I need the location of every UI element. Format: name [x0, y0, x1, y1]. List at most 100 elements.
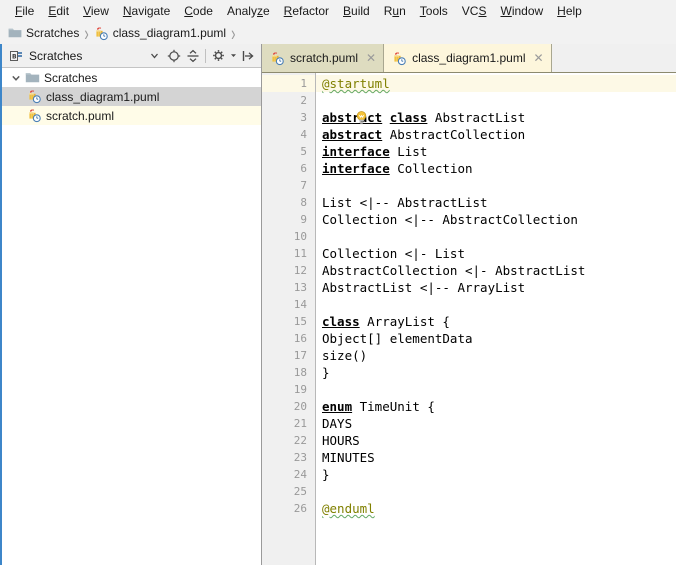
intention-lightbulb-icon[interactable] — [325, 93, 368, 146]
line-number-gutter[interactable]: 1 2 3 4 5 6 7 8 9 10 11 12 13 14 15 16 17 18 19 20 21 22 23 24 2… — [262, 73, 316, 565]
editor-body[interactable]: 1 2 3 4 5 6 7 8 9 10 11 12 13 14 15 16 17 18 19 20 21 22 23 24 2… — [262, 73, 676, 565]
line-number[interactable]: 23 — [262, 449, 315, 466]
menu-item-analyze[interactable]: Analyze — [220, 2, 277, 20]
line-number[interactable]: 22 — [262, 432, 315, 449]
code-line[interactable]: MINUTES — [316, 449, 676, 466]
line-number[interactable]: 9 — [262, 211, 315, 228]
breadcrumb-label: class_diagram1.puml — [112, 26, 227, 40]
locate-icon[interactable] — [165, 47, 182, 64]
line-number[interactable]: 26 — [262, 500, 315, 517]
code-line[interactable] — [316, 296, 676, 313]
line-number[interactable]: 6 — [262, 160, 315, 177]
line-number[interactable]: 5 — [262, 143, 315, 160]
code-line[interactable]: interface List — [316, 143, 676, 160]
menu-item-view[interactable]: View — [76, 2, 116, 20]
menu-item-edit[interactable]: Edit — [41, 2, 76, 20]
code-line[interactable]: Collection <|- List — [316, 245, 676, 262]
line-number[interactable]: 20 — [262, 398, 315, 415]
line-number[interactable]: 16 — [262, 330, 315, 347]
line-number[interactable]: 21 — [262, 415, 315, 432]
code-line[interactable]: } — [316, 364, 676, 381]
gear-dropdown-arrow-icon[interactable] — [229, 47, 237, 64]
line-number[interactable]: 19 — [262, 381, 315, 398]
line-number[interactable]: 17 — [262, 347, 315, 364]
line-number[interactable]: 14 — [262, 296, 315, 313]
code-line[interactable] — [316, 92, 676, 125]
code-line[interactable]: enum TimeUnit { — [316, 398, 676, 415]
code-text: List — [389, 144, 428, 159]
line-number[interactable]: 10 — [262, 228, 315, 245]
menu-item-code[interactable]: Code — [177, 2, 220, 20]
line-number[interactable]: 18 — [262, 364, 315, 381]
code-line[interactable]: List <|-- AbstractList — [316, 194, 676, 211]
code-text: AbstractCollection <|- AbstractList — [322, 263, 586, 278]
menu-label-post: avigate — [131, 4, 171, 18]
line-number[interactable]: 15 — [262, 313, 315, 330]
menu-item-navigate[interactable]: Navigate — [116, 2, 177, 20]
line-number[interactable]: 1 — [262, 75, 315, 92]
code-line[interactable]: class ArrayList { — [316, 313, 676, 330]
code-line[interactable]: DAYS — [316, 415, 676, 432]
code-line[interactable] — [316, 381, 676, 398]
code-line[interactable]: abstract class AbstractList — [316, 109, 676, 126]
puml-file-icon — [270, 51, 285, 66]
menu-item-file[interactable]: File — [8, 2, 41, 20]
line-number[interactable]: 24 — [262, 466, 315, 483]
code-line[interactable]: interface Collection — [316, 160, 676, 177]
menu-item-build[interactable]: Build — [336, 2, 377, 20]
line-number[interactable]: 25 — [262, 483, 315, 500]
chevron-down-icon[interactable] — [146, 47, 163, 64]
chevron-down-icon[interactable] — [8, 73, 24, 83]
project-tool-window: B Scratches Scratches class_diagram1.pum… — [2, 44, 261, 565]
close-icon[interactable]: ✕ — [366, 52, 376, 64]
line-number[interactable]: 11 — [262, 245, 315, 262]
editor-tab-class-diagram1-puml[interactable]: class_diagram1.puml ✕ — [384, 44, 552, 72]
code-keyword: enum — [322, 399, 353, 414]
tree-node-label: Scratches — [44, 70, 98, 85]
breadcrumb-item-0[interactable]: Scratches — [8, 26, 79, 40]
code-line[interactable] — [316, 228, 676, 245]
tree-node-class-diagram1-puml[interactable]: class_diagram1.puml — [2, 87, 261, 106]
code-line[interactable]: AbstractList <|-- ArrayList — [316, 279, 676, 296]
code-line[interactable]: AbstractCollection <|- AbstractList — [316, 262, 676, 279]
editor-tab-label: class_diagram1.puml — [412, 51, 526, 65]
line-number[interactable]: 4 — [262, 126, 315, 143]
code-line[interactable] — [316, 483, 676, 500]
code-line[interactable]: } — [316, 466, 676, 483]
code-line[interactable]: abstract AbstractCollection — [316, 126, 676, 143]
menu-item-window[interactable]: Window — [493, 2, 550, 20]
line-number[interactable]: 13 — [262, 279, 315, 296]
editor-tab-label: scratch.puml — [290, 51, 359, 65]
close-icon[interactable]: ✕ — [533, 52, 543, 64]
menu-item-vcs[interactable]: VCS — [455, 2, 494, 20]
code-line[interactable]: @enduml — [316, 500, 676, 517]
code-line[interactable]: Collection <|-- AbstractCollection — [316, 211, 676, 228]
code-line[interactable] — [316, 177, 676, 194]
line-number[interactable]: 12 — [262, 262, 315, 279]
project-tree[interactable]: Scratches class_diagram1.puml scratch.pu… — [2, 68, 261, 565]
menu-item-help[interactable]: Help — [550, 2, 589, 20]
project-pane-title: Scratches — [29, 48, 83, 63]
editor-tab-scratch-puml[interactable]: scratch.puml ✕ — [262, 44, 385, 72]
code-line[interactable]: HOURS — [316, 432, 676, 449]
tree-node-scratch-puml[interactable]: scratch.puml — [2, 106, 261, 125]
breadcrumb-item-1[interactable]: class_diagram1.puml — [94, 26, 226, 41]
menu-label-post: iew — [90, 4, 109, 18]
tree-node-scratches[interactable]: Scratches — [2, 68, 261, 87]
collapse-all-icon[interactable] — [184, 47, 201, 64]
line-number[interactable]: 8 — [262, 194, 315, 211]
hide-panel-icon[interactable] — [239, 47, 256, 64]
menu-item-refactor[interactable]: Refactor — [277, 2, 336, 20]
code-text: DAYS — [322, 416, 353, 431]
code-line[interactable]: size() — [316, 347, 676, 364]
code-text-area[interactable]: @startuml abstract class AbstractList abs… — [316, 73, 676, 565]
code-line[interactable]: @startuml — [316, 75, 676, 92]
settings-gear-icon[interactable] — [210, 47, 227, 64]
code-line[interactable]: Object[] elementData — [316, 330, 676, 347]
line-number[interactable]: 2 — [262, 92, 315, 109]
line-number[interactable]: 3 — [262, 109, 315, 126]
menu-item-tools[interactable]: Tools — [413, 2, 455, 20]
menu-item-run[interactable]: Run — [377, 2, 413, 20]
line-number[interactable]: 7 — [262, 177, 315, 194]
